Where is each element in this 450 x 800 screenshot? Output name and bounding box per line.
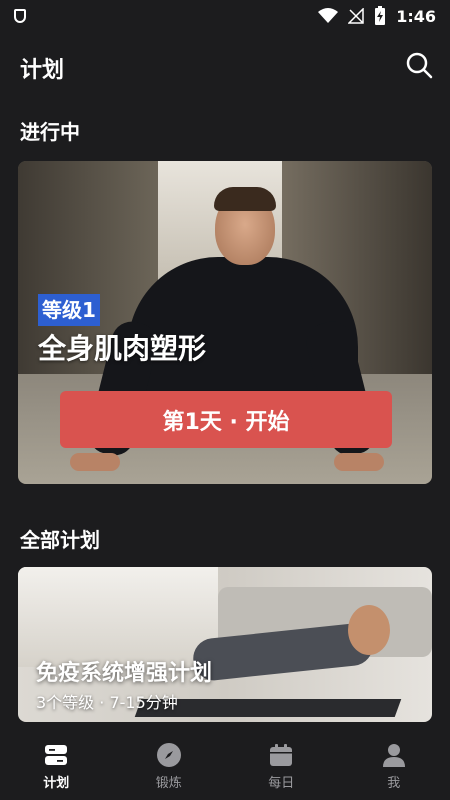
- search-button[interactable]: [402, 48, 436, 82]
- athlete-hand-left: [70, 453, 120, 471]
- featured-plan-card[interactable]: 等级1 全身肌肉塑形 第1天 · 开始: [18, 161, 432, 484]
- profile-icon: [379, 740, 409, 770]
- header: 计划: [0, 48, 450, 88]
- plan-card[interactable]: 免疫系统增强计划 3个等级 · 7-15分钟: [18, 567, 432, 722]
- athlete-hand-right: [334, 453, 384, 471]
- tab-me[interactable]: 我: [338, 734, 450, 800]
- page-title: 计划: [20, 58, 65, 83]
- battery-charging-icon: [375, 6, 386, 25]
- athlete-hair: [214, 187, 276, 211]
- plank-athlete-head: [348, 605, 390, 655]
- plan-icon: [41, 740, 71, 770]
- plan-card-title: 免疫系统增强计划: [36, 661, 213, 686]
- shield-icon: [14, 9, 26, 23]
- plan-card-background: [18, 567, 218, 667]
- level-badge: 等级1: [38, 294, 100, 326]
- section-title-in-progress: 进行中: [20, 120, 80, 144]
- no-signal-icon: [348, 8, 364, 24]
- compass-icon: [154, 740, 184, 770]
- tab-label-me: 我: [387, 776, 401, 791]
- clock: 1:46: [396, 6, 436, 26]
- tab-label-daily: 每日: [268, 776, 295, 791]
- plan-name: 全身肌肉塑形: [38, 332, 207, 365]
- search-icon: [406, 52, 433, 79]
- tab-plan[interactable]: 计划: [0, 734, 113, 800]
- status-right: 1:46: [318, 6, 436, 26]
- calendar-icon: [266, 740, 296, 770]
- status-bar: 1:46: [0, 0, 450, 32]
- start-day-button[interactable]: 第1天 · 开始: [60, 391, 392, 448]
- plan-card-subtitle: 3个等级 · 7-15分钟: [36, 693, 178, 712]
- tab-label-plan: 计划: [43, 776, 70, 791]
- status-left: [14, 9, 26, 23]
- tab-label-workout: 锻炼: [155, 776, 182, 791]
- tab-daily[interactable]: 每日: [225, 734, 338, 800]
- tab-workout[interactable]: 锻炼: [113, 734, 226, 800]
- section-title-all-plans: 全部计划: [20, 528, 100, 552]
- bottom-tab-bar: 计划 锻炼 每日 我: [0, 734, 450, 800]
- wifi-icon: [318, 8, 339, 23]
